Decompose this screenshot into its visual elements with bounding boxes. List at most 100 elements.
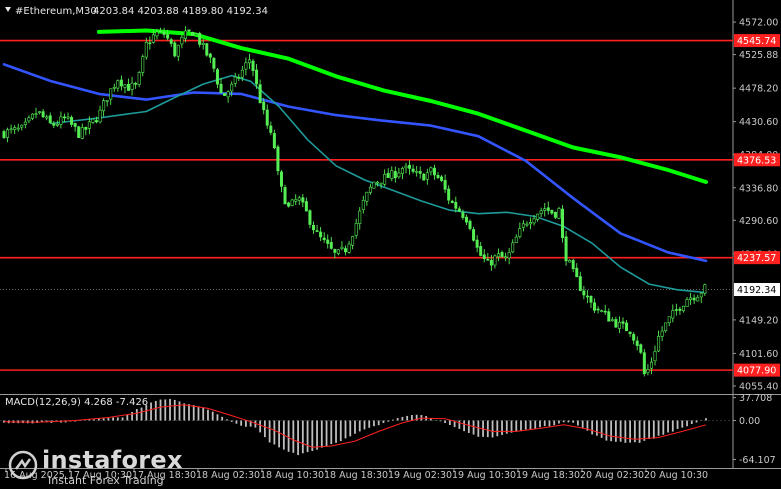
time-tick-label: 20 Aug 02:30	[580, 470, 644, 481]
candle-body	[247, 59, 251, 64]
watermark-tagline: Instant Forex Trading	[48, 474, 164, 487]
candle-body	[390, 170, 394, 179]
candle-body	[365, 191, 369, 202]
candle-body	[333, 249, 337, 253]
candle-body	[329, 242, 333, 249]
candle-body	[180, 36, 184, 45]
candle-body	[240, 69, 244, 78]
candle-body	[361, 199, 365, 210]
candle-body	[600, 310, 604, 313]
time-tick-label: 18 Aug 18:30	[324, 470, 388, 481]
candle-body	[689, 297, 693, 301]
candle-body	[646, 369, 650, 374]
candle-body	[73, 123, 77, 127]
candle-body	[418, 171, 422, 174]
candle-body	[493, 255, 497, 266]
candle-body	[621, 321, 625, 324]
candle-body	[400, 167, 404, 174]
symbol-label: #Ethereum,M30	[15, 6, 97, 17]
macd-tick-label: 37.708	[739, 393, 772, 404]
candle-body	[543, 208, 547, 211]
candle-body	[315, 230, 319, 233]
candle-body	[422, 173, 426, 181]
macd-label: MACD(12,26,9) 4.268 -7.426	[5, 397, 148, 408]
candle-body	[212, 58, 216, 69]
candle-body	[596, 308, 600, 311]
candle-body	[162, 31, 166, 35]
candle-body	[482, 254, 486, 259]
candle-body	[692, 297, 696, 301]
candle-body	[344, 248, 348, 253]
candle-body	[226, 91, 230, 98]
time-tick-label: 18 Aug 10:30	[260, 470, 324, 481]
candle-body	[358, 210, 362, 224]
candle-body	[468, 220, 472, 229]
candle-body	[191, 31, 195, 36]
candle-body	[667, 316, 671, 324]
candle-body	[169, 39, 173, 44]
candle-body	[450, 200, 454, 203]
candle-body	[251, 60, 255, 71]
candle-body	[642, 352, 646, 375]
level-tag-label: 4376.53	[737, 155, 776, 166]
candle-body	[536, 213, 540, 220]
candle-body	[98, 109, 102, 123]
candle-body	[575, 267, 579, 278]
candle-body	[48, 115, 52, 124]
candle-body	[425, 172, 429, 180]
candle-body	[610, 319, 614, 322]
candle-body	[461, 212, 465, 218]
time-tick-label: 19 Aug 02:30	[388, 470, 452, 481]
candle-body	[183, 30, 187, 39]
candle-body	[443, 180, 447, 190]
candle-body	[2, 131, 6, 138]
level-tag-label: 4237.57	[737, 253, 776, 264]
candle-body	[500, 252, 504, 258]
candle-body	[354, 223, 358, 236]
candle-body	[653, 351, 657, 362]
candle-body	[628, 331, 632, 334]
candle-body	[649, 361, 653, 369]
candle-body	[308, 210, 312, 225]
candle-body	[30, 113, 34, 119]
price-tick-label: 4336.80	[739, 183, 778, 194]
candle-body	[319, 231, 323, 238]
candle-body	[632, 334, 636, 341]
candle-body	[372, 181, 376, 189]
price-tick-label: 4101.60	[739, 349, 778, 360]
candle-body	[80, 127, 84, 139]
candle-body	[582, 290, 586, 296]
candle-body	[294, 199, 298, 202]
candle-body	[528, 222, 532, 225]
candle-body	[102, 100, 106, 112]
chart-header: #Ethereum,M30 4203.84 4203.88 4189.80 41…	[5, 6, 268, 17]
candle-body	[696, 297, 700, 302]
candle-body	[397, 172, 401, 178]
candle-body	[504, 256, 508, 259]
candle-body	[290, 199, 294, 206]
candle-body	[219, 83, 223, 94]
candle-body	[678, 308, 682, 311]
candle-body	[408, 164, 412, 169]
candle-body	[625, 322, 629, 332]
candle-body	[141, 56, 145, 73]
watermark-name: instaforex	[42, 446, 183, 474]
candle-body	[436, 175, 440, 178]
candle-body	[66, 116, 70, 119]
candle-body	[144, 42, 148, 58]
candle-body	[525, 223, 529, 226]
candle-body	[457, 208, 461, 212]
candle-body	[464, 216, 468, 223]
candle-body	[123, 84, 127, 88]
candle-body	[496, 253, 500, 258]
candle-body	[269, 125, 273, 133]
candle-body	[635, 340, 639, 346]
candle-body	[187, 29, 191, 32]
candle-body	[45, 116, 49, 119]
candle-body	[376, 181, 380, 184]
candle-body	[546, 207, 550, 211]
candle-body	[550, 209, 554, 214]
time-tick-label: 18 Aug 02:30	[196, 470, 260, 481]
candle-body	[368, 186, 372, 193]
candle-body	[244, 62, 248, 70]
